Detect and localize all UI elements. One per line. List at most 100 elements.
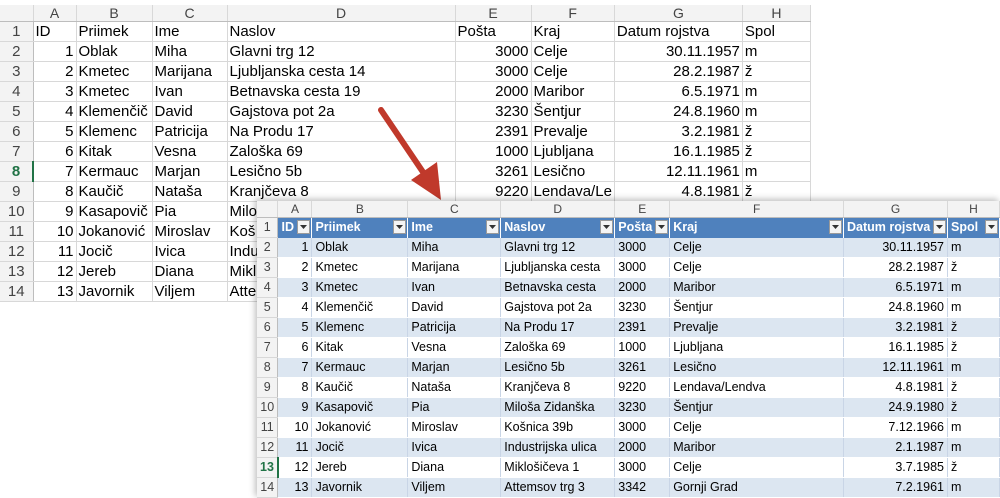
- header-cell-ime[interactable]: Ime: [407, 217, 502, 238]
- cell-id[interactable]: 4: [33, 101, 77, 122]
- cell-posta[interactable]: 3230: [614, 397, 671, 418]
- cell-priimek[interactable]: Jokanović: [311, 417, 409, 438]
- cell-id[interactable]: 11: [33, 241, 77, 262]
- column-header-b[interactable]: B: [311, 201, 409, 218]
- cell-kraj[interactable]: Šentjur: [669, 297, 845, 318]
- column-header-f[interactable]: F: [531, 5, 615, 22]
- cell-priimek[interactable]: Kmetec: [311, 257, 409, 278]
- cell-datum-rojstva[interactable]: 24.8.1960: [843, 297, 948, 318]
- column-header-g[interactable]: G: [843, 201, 948, 218]
- cell-priimek[interactable]: Klemenčič: [76, 101, 153, 122]
- cell-priimek[interactable]: Kasapovič: [311, 397, 409, 418]
- cell-datum-rojstva[interactable]: 30.11.1957: [614, 41, 743, 62]
- cell-spol[interactable]: ž: [947, 377, 1000, 398]
- cell-naslov[interactable]: Lesično 5b: [500, 357, 616, 378]
- row-header[interactable]: 10: [257, 397, 279, 418]
- cell-posta[interactable]: 3000: [614, 457, 671, 478]
- cell-spol[interactable]: m: [947, 357, 1000, 378]
- cell-spol[interactable]: m: [947, 297, 1000, 318]
- cell-ime[interactable]: Ivan: [407, 277, 502, 298]
- column-header-c[interactable]: C: [152, 5, 228, 22]
- cell-naslov[interactable]: Ljubljanska cesta 14: [227, 61, 456, 82]
- header-cell-priimek[interactable]: Priimek: [311, 217, 409, 238]
- cell-priimek[interactable]: Kermauc: [76, 161, 153, 182]
- header-cell-posta[interactable]: Pošta: [455, 21, 532, 42]
- cell-ime[interactable]: Miroslav: [152, 221, 228, 242]
- row-header[interactable]: 6: [0, 121, 34, 142]
- cell-datum-rojstva[interactable]: 6.5.1971: [614, 81, 743, 102]
- cell-spol[interactable]: m: [742, 161, 811, 182]
- filter-dropdown-icon[interactable]: [829, 220, 843, 234]
- row-header[interactable]: 2: [257, 237, 279, 258]
- cell-posta[interactable]: 2000: [455, 81, 532, 102]
- row-header[interactable]: 7: [257, 337, 279, 358]
- cell-datum-rojstva[interactable]: 30.11.1957: [843, 237, 948, 258]
- header-cell-datum-rojstva[interactable]: Datum rojstva: [843, 217, 948, 238]
- cell-priimek[interactable]: Javornik: [76, 281, 153, 302]
- cell-posta[interactable]: 2391: [614, 317, 671, 338]
- cell-datum-rojstva[interactable]: 28.2.1987: [614, 61, 743, 82]
- cell-priimek[interactable]: Klemenc: [76, 121, 153, 142]
- cell-spol[interactable]: ž: [947, 457, 1000, 478]
- cell-kraj[interactable]: Maribor: [669, 437, 845, 458]
- cell-datum-rojstva[interactable]: 4.8.1981: [614, 181, 743, 202]
- cell-ime[interactable]: Viljem: [152, 281, 228, 302]
- cell-priimek[interactable]: Klemenčič: [311, 297, 409, 318]
- cell-spol[interactable]: m: [742, 81, 811, 102]
- cell-priimek[interactable]: Kermauc: [311, 357, 409, 378]
- column-header-d[interactable]: D: [500, 201, 616, 218]
- cell-ime[interactable]: Nataša: [407, 377, 502, 398]
- row-header[interactable]: 1: [0, 21, 34, 42]
- cell-id[interactable]: 5: [33, 121, 77, 142]
- row-header[interactable]: 3: [0, 61, 34, 82]
- filter-dropdown-icon[interactable]: [486, 220, 500, 234]
- filter-dropdown-icon[interactable]: [297, 220, 311, 234]
- column-header-h[interactable]: H: [742, 5, 811, 22]
- cell-id[interactable]: 10: [277, 417, 313, 438]
- filter-dropdown-icon[interactable]: [655, 220, 669, 234]
- header-cell-naslov[interactable]: Naslov: [500, 217, 616, 238]
- row-header[interactable]: 8: [0, 161, 34, 182]
- cell-id[interactable]: 11: [277, 437, 313, 458]
- cell-ime[interactable]: Miha: [407, 237, 502, 258]
- cell-naslov[interactable]: Betnavska cesta 19: [227, 81, 456, 102]
- row-header[interactable]: 11: [257, 417, 279, 438]
- cell-posta[interactable]: 2000: [614, 277, 671, 298]
- cell-naslov[interactable]: Gajstova pot 2a: [500, 297, 616, 318]
- row-header[interactable]: 4: [0, 81, 34, 102]
- cell-kraj[interactable]: Lesično: [531, 161, 615, 182]
- column-header-a[interactable]: A: [277, 201, 313, 218]
- cell-priimek[interactable]: Kmetec: [76, 81, 153, 102]
- cell-spol[interactable]: ž: [742, 141, 811, 162]
- cell-posta[interactable]: 1000: [455, 141, 532, 162]
- cell-kraj[interactable]: Celje: [531, 61, 615, 82]
- row-header[interactable]: 13: [257, 457, 279, 478]
- cell-kraj[interactable]: Maribor: [531, 81, 615, 102]
- cell-priimek[interactable]: Kmetec: [76, 61, 153, 82]
- cell-ime[interactable]: Ivica: [407, 437, 502, 458]
- cell-id[interactable]: 2: [277, 257, 313, 278]
- cell-kraj[interactable]: Prevalje: [531, 121, 615, 142]
- cell-spol[interactable]: m: [742, 41, 811, 62]
- cell-kraj[interactable]: Šentjur: [531, 101, 615, 122]
- header-cell-spol[interactable]: Spol: [742, 21, 811, 42]
- cell-kraj[interactable]: Maribor: [669, 277, 845, 298]
- cell-priimek[interactable]: Kmetec: [311, 277, 409, 298]
- cell-kraj[interactable]: Celje: [669, 237, 845, 258]
- row-header[interactable]: 11: [0, 221, 34, 242]
- cell-id[interactable]: 7: [277, 357, 313, 378]
- cell-id[interactable]: 12: [33, 261, 77, 282]
- cell-kraj[interactable]: Ljubljana: [669, 337, 845, 358]
- column-header-e[interactable]: E: [455, 5, 532, 22]
- row-header[interactable]: 5: [257, 297, 279, 318]
- cell-posta[interactable]: 3000: [614, 237, 671, 258]
- header-cell-kraj[interactable]: Kraj: [669, 217, 845, 238]
- cell-kraj[interactable]: Lesično: [669, 357, 845, 378]
- cell-datum-rojstva[interactable]: 12.11.1961: [843, 357, 948, 378]
- cell-datum-rojstva[interactable]: 12.11.1961: [614, 161, 743, 182]
- header-cell-ime[interactable]: Ime: [152, 21, 228, 42]
- cell-priimek[interactable]: Jocič: [76, 241, 153, 262]
- cell-priimek[interactable]: Kitak: [76, 141, 153, 162]
- row-header[interactable]: 10: [0, 201, 34, 222]
- cell-priimek[interactable]: Jocič: [311, 437, 409, 458]
